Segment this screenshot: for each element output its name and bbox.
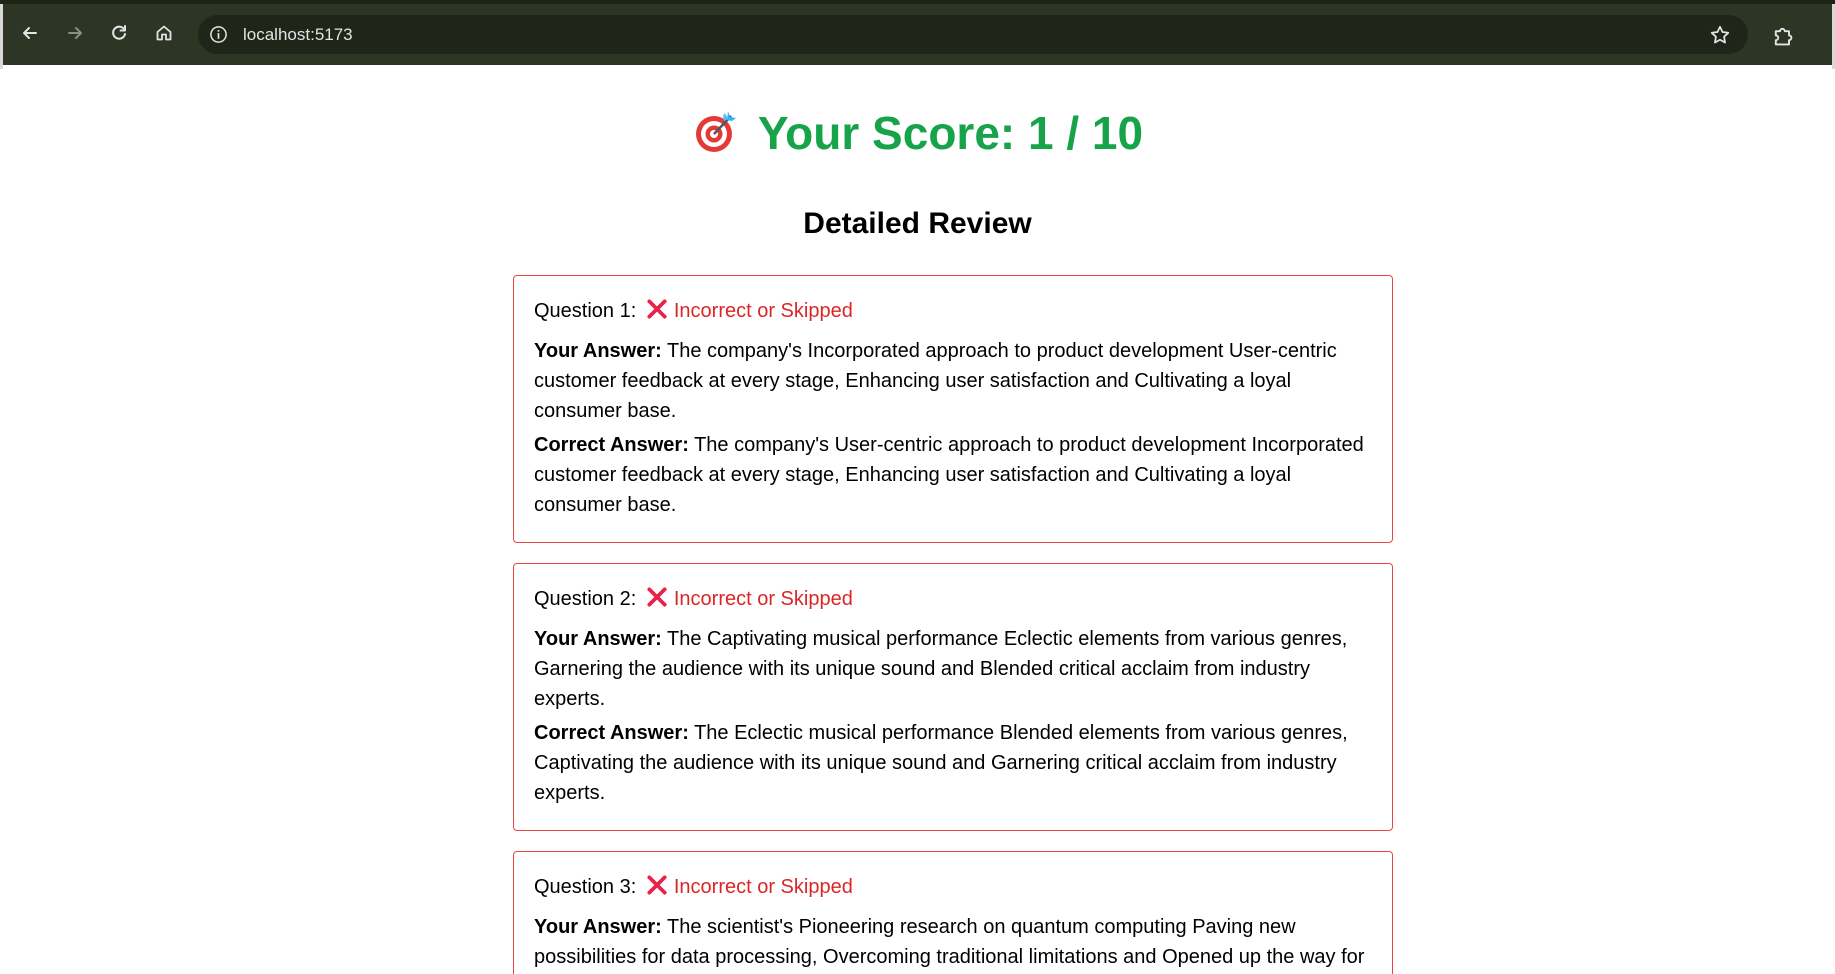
- info-icon[interactable]: [209, 25, 228, 44]
- review-list: Question 1: Incorrect or Skipped Your An…: [513, 275, 1393, 974]
- target-icon: [695, 111, 736, 152]
- status-text: Incorrect or Skipped: [673, 300, 853, 322]
- status-text: Incorrect or Skipped: [673, 588, 853, 610]
- question-header: Question 3: Incorrect or Skipped: [534, 874, 1372, 900]
- score-heading: Your Score: 1 / 10: [0, 105, 1835, 161]
- your-answer-label: Your Answer:: [534, 916, 662, 938]
- your-answer: Your Answer: The company's Incorporated …: [534, 336, 1372, 426]
- question-label: Question 3:: [534, 876, 637, 898]
- forward-arrow-icon: [68, 27, 82, 39]
- cross-icon: [647, 587, 667, 607]
- address-bar[interactable]: localhost:5173: [198, 15, 1748, 54]
- reload-icon: [112, 25, 126, 40]
- question-card-1: Question 1: Incorrect or Skipped Your An…: [513, 275, 1393, 543]
- question-card-2: Question 2: Incorrect or Skipped Your An…: [513, 563, 1393, 831]
- page-content: Your Score: 1 / 10 Detailed Review Quest…: [0, 65, 1835, 974]
- review-title: Detailed Review: [803, 207, 1032, 240]
- question-label: Question 2:: [534, 588, 637, 610]
- back-button[interactable]: [15, 18, 45, 48]
- your-answer: Your Answer: The scientist's Pioneering …: [534, 912, 1372, 972]
- cross-icon: [647, 299, 667, 319]
- home-button[interactable]: [149, 18, 179, 48]
- your-answer-label: Your Answer:: [534, 340, 662, 362]
- browser-toolbar: localhost:5173: [0, 0, 1835, 69]
- window-edge-left: [0, 4, 3, 69]
- question-header: Question 1: Incorrect or Skipped: [534, 298, 1372, 324]
- cross-icon: [647, 875, 667, 895]
- correct-answer: Correct Answer: The Eclectic musical per…: [534, 718, 1372, 808]
- star-icon: [1710, 25, 1730, 44]
- question-card-3: Question 3: Incorrect or Skipped Your An…: [513, 851, 1393, 974]
- puzzle-icon: [1774, 27, 1793, 46]
- your-answer-label: Your Answer:: [534, 628, 662, 650]
- score-text: Your Score: 1 / 10: [757, 107, 1144, 159]
- forward-button[interactable]: [60, 18, 90, 48]
- home-icon: [156, 25, 172, 41]
- correct-answer-label: Correct Answer:: [534, 722, 689, 744]
- status-text: Incorrect or Skipped: [673, 876, 853, 898]
- question-header: Question 2: Incorrect or Skipped: [534, 586, 1372, 612]
- bookmark-button[interactable]: [1708, 23, 1732, 47]
- back-arrow-icon: [23, 27, 37, 39]
- extensions-button[interactable]: [1769, 22, 1797, 50]
- url-text[interactable]: localhost:5173: [243, 24, 353, 45]
- your-answer: Your Answer: The Captivating musical per…: [534, 624, 1372, 714]
- question-label: Question 1:: [534, 300, 637, 322]
- correct-answer-label: Correct Answer:: [534, 434, 689, 456]
- correct-answer: Correct Answer: The company's User-centr…: [534, 430, 1372, 520]
- reload-button[interactable]: [104, 18, 134, 48]
